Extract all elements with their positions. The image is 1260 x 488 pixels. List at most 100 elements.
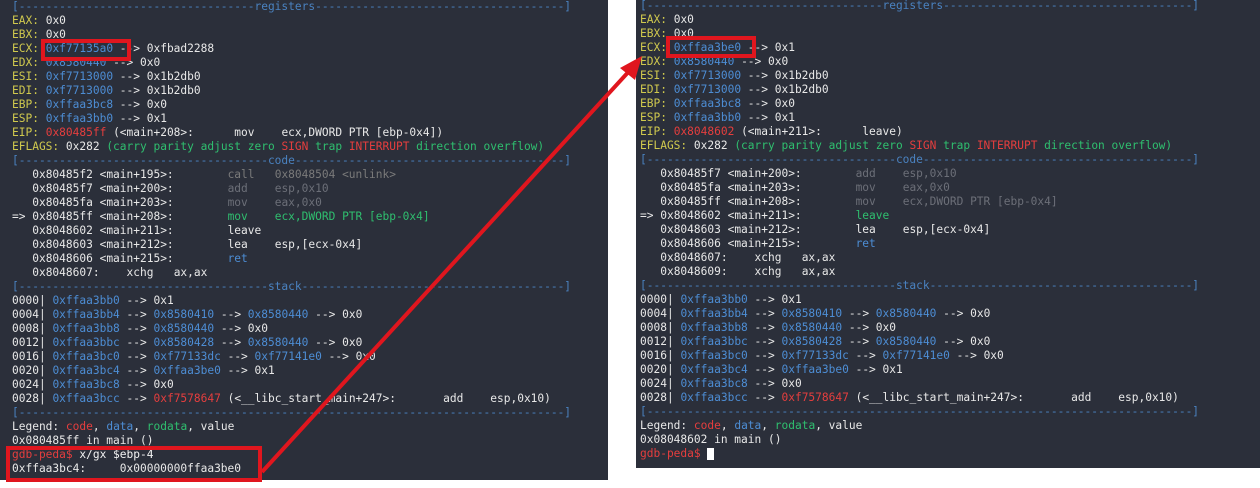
register-deref: --> 0x1b2db0 (113, 84, 201, 97)
stack-row: 0012| 0xffaa3bbc --> 0x8580428 --> 0x858… (12, 336, 608, 350)
code-pointer (640, 265, 660, 278)
register-value: 0xf7713000 (673, 83, 742, 96)
code-pointer (12, 252, 32, 265)
eflags-flags: direction overflow) (1037, 139, 1173, 152)
stack-address: 0xffaa3bc4 (52, 364, 120, 377)
code-pointer (640, 181, 660, 194)
stack-deref: 0x8580440 (153, 322, 215, 335)
stack-deref: --> (214, 336, 248, 349)
stack-row: 0024| 0xffaa3bc8 --> 0x0 (12, 378, 608, 392)
register-row: EBP: 0xffaa3bc8 --> 0x0 (12, 98, 608, 112)
stack-offset: 0016| (12, 350, 46, 363)
stack-deref: --> 0x0 (747, 377, 802, 390)
eflags-flag-sign: SIGN (909, 139, 937, 152)
legend-separator: , (133, 420, 147, 433)
stack-offset: 0004| (12, 308, 46, 321)
legend-separator: , (187, 420, 201, 433)
stack-deref: --> (119, 336, 154, 349)
stack-offset: 0028| (12, 392, 46, 405)
eflags-value: 0x282 (687, 139, 735, 152)
code-address: 0x8048607 (660, 251, 721, 264)
code-address: 0x80485fa (32, 196, 93, 209)
stack-deref: --> (747, 293, 782, 306)
stack-row: 0000| 0xffaa3bb0 --> 0x1 (640, 293, 1260, 307)
stack-deref: --> 0x0 (321, 350, 376, 363)
legend-label: Legend: (640, 419, 694, 432)
code-pointer: => (12, 210, 33, 223)
code-address: 0x8048602 (660, 209, 721, 222)
code-pointer: => (640, 209, 661, 222)
stack-address: 0xffaa3bc8 (52, 378, 120, 391)
register-value: 0xffaa3bc8 (673, 97, 742, 110)
code-padding (174, 224, 228, 237)
stack-header: [-------------------------------------st… (640, 279, 1200, 292)
code-row: => 0x8048602 <main+211>: leave (640, 209, 1260, 223)
gdb-prompt: gdb-peda$ (640, 447, 701, 460)
stack-address: 0xffaa3bcc (52, 392, 120, 405)
legend-rodata: rodata (146, 420, 188, 433)
code-symbol: : (720, 265, 728, 278)
code-padding (174, 210, 228, 223)
register-name: EIP: (12, 126, 39, 139)
stack-deref: 0x8580440 (875, 335, 937, 348)
stack-deref: 0x8580440 (247, 308, 309, 321)
stack-deref: 0xf77133dc (781, 349, 849, 362)
register-row: ESP: 0xffaa3bb0 --> 0x1 (12, 112, 608, 126)
code-symbol: <main+215>: (92, 252, 174, 265)
stack-deref: --> (214, 308, 248, 321)
code-address: 0x8048606 (660, 237, 721, 250)
register-deref: --> 0x1 (741, 111, 795, 124)
stack-row: 0016| 0xffaa3bc0 --> 0xf77133dc --> 0xf7… (12, 350, 608, 364)
code-address: 0x80485f2 (32, 168, 93, 181)
stack-deref: --> (119, 322, 154, 335)
code-padding (174, 238, 228, 251)
code-instruction: add esp,0x10 (855, 167, 957, 180)
code-symbol: : (720, 251, 728, 264)
stack-separator: [-------------------------------------st… (12, 280, 608, 294)
register-name: EBX: (640, 27, 667, 40)
stack-row: 0024| 0xffaa3bc8 --> 0x0 (640, 377, 1260, 391)
stack-deref: 0xf77141e0 (254, 350, 322, 363)
code-pointer (640, 195, 660, 208)
code-address: 0x80485fa (660, 181, 721, 194)
section-footer: [---------------------------------------… (12, 406, 572, 419)
code-instruction: mov ecx,DWORD PTR [ebp-0x4] (855, 195, 1058, 208)
stack-deref: --> (119, 364, 154, 377)
cursor[interactable] (707, 448, 715, 460)
stack-deref: 0x8580428 (153, 336, 215, 349)
code-padding (802, 167, 856, 180)
legend-rodata: rodata (774, 419, 816, 432)
stack-address: 0xffaa3bc4 (680, 363, 748, 376)
code-address: 0x8048603 (32, 238, 93, 251)
code-instruction: xchg ax,ax (754, 251, 836, 264)
eflags-flag-sign: SIGN (281, 140, 309, 153)
stack-deref: --> 0x0 (308, 308, 363, 321)
code-symbol: <main+212>: (720, 223, 802, 236)
prompt-row[interactable]: gdb-peda$ (640, 447, 1260, 461)
code-padding (802, 223, 856, 236)
code-symbol: <main+200>: (720, 167, 802, 180)
end-separator: [---------------------------------------… (640, 405, 1260, 419)
stack-deref: --> 0x0 (842, 321, 896, 334)
code-instruction: add esp,0x10 (227, 182, 329, 195)
register-row: EBP: 0xffaa3bc8 --> 0x0 (640, 97, 1260, 111)
legend-row: Legend: code, data, rodata, value (12, 420, 608, 434)
eflags-flags: direction overflow) (409, 140, 545, 153)
code-row: 0x80485f7 <main+200>: add esp,0x10 (12, 182, 608, 196)
register-name: EDI: (640, 83, 667, 96)
eflags-value: 0x282 (59, 140, 107, 153)
register-deref: --> 0x1b2db0 (741, 69, 829, 82)
eip-address: 0x80485ff (45, 126, 107, 139)
code-instruction: xchg ax,ax (126, 266, 208, 279)
code-instruction: mov ecx,DWORD PTR [ebp-0x4] (227, 210, 430, 223)
code-address: 0x8048609 (660, 265, 721, 278)
eflags-label: EFLAGS: (640, 139, 688, 152)
stack-deref: 0x1 (153, 294, 174, 307)
registers-header: [-----------------------------------regi… (640, 0, 1200, 12)
code-row: 0x8048607: xchg ax,ax (640, 251, 1260, 265)
legend-separator: , (92, 420, 107, 433)
legend-separator: , (815, 419, 829, 432)
register-name: ESP: (640, 111, 667, 124)
stack-deref: --> (747, 307, 782, 320)
code-padding (802, 237, 856, 250)
